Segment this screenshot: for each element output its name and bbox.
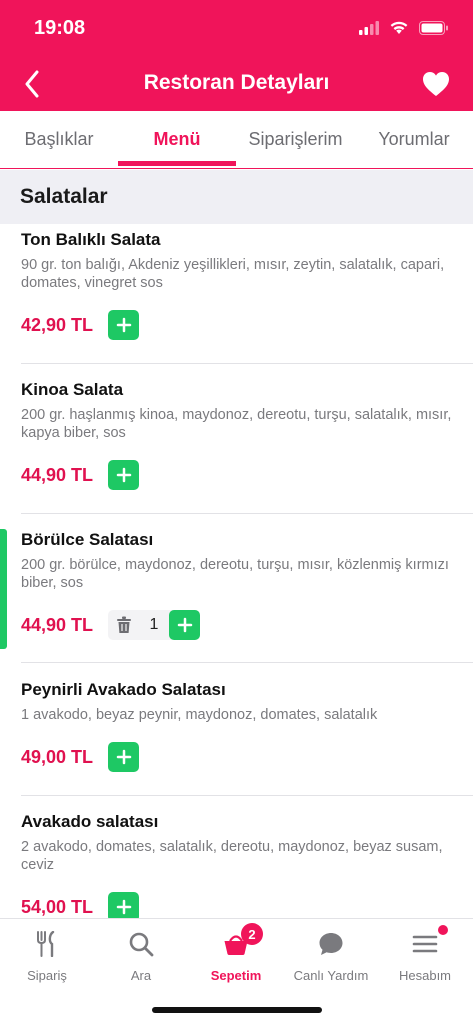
tab-basliklar[interactable]: Başlıklar [0,111,118,168]
tabbar-item-siparis[interactable]: Sipariş [0,929,94,983]
quantity-value: 1 [149,616,159,633]
item-description: 200 gr. börülce, maydonoz, dereotu, turş… [21,557,449,591]
plus-icon [116,467,131,483]
item-price: 42,90 TL [21,315,94,335]
notification-dot [438,925,448,935]
chat-bubble-icon [319,933,343,955]
fork-knife-icon [37,931,55,957]
item-divider [21,513,473,514]
plus-icon [116,899,131,915]
item-name: Kinoa Salata [21,380,124,399]
item-name: Peynirli Avakado Salatası [21,680,226,699]
item-divider [21,795,473,796]
plus-icon [116,317,131,333]
tab-siparislerim[interactable]: Siparişlerim [236,111,355,168]
cart-count-badge: 2 [241,923,263,945]
remove-item-button[interactable] [108,610,139,640]
item-description: 200 gr. haşlanmış kinoa, maydonoz, dereo… [21,407,452,441]
tabbar-label: Ara [130,968,152,983]
tabbar-item-hesabim[interactable]: Hesabım [378,925,472,983]
battery-icon [419,20,448,35]
item-name: Börülce Salatası [21,530,154,549]
tabbar-item-canli-yardim[interactable]: Canlı Yardım [284,929,378,983]
app-header: 19:08 Restoran Detayları [0,0,473,111]
wifi-icon [390,21,408,34]
tabbar-label: Canlı Yardım [293,968,369,983]
item-description: 90 gr. ton balığı, Akdeniz yeşillikleri,… [21,257,445,291]
tabbar-item-sepetim[interactable]: 2 Sepetim [189,923,283,983]
section-header: Salatalar [0,170,473,224]
increase-quantity-button[interactable] [169,610,200,640]
tabbar-label: Sepetim [210,968,262,983]
item-price: 44,90 TL [21,615,94,635]
plus-icon [116,749,131,765]
trash-icon [116,616,131,633]
cellular-signal-icon [359,20,379,35]
home-indicator [152,1007,322,1013]
item-price: 49,00 TL [21,747,94,767]
add-to-cart-button[interactable] [108,310,139,340]
status-icons [359,20,449,35]
item-divider [21,662,473,663]
search-icon [129,932,154,957]
status-time: 19:08 [34,17,86,39]
tabbar-item-ara[interactable]: Ara [94,929,188,983]
item-price: 54,00 TL [21,897,94,917]
tab-yorumlar[interactable]: Yorumlar [355,111,473,168]
page-title: Restoran Detayları [143,71,330,94]
item-divider [21,363,473,364]
item-price: 44,90 TL [21,465,94,485]
add-to-cart-button[interactable] [108,742,139,772]
menu-icon [412,935,438,953]
item-name: Ton Balıklı Salata [21,230,161,249]
item-name: Avakado salatası [21,812,159,831]
heart-icon [423,72,449,96]
add-to-cart-button[interactable] [108,460,139,490]
segment-tabs: Başlıklar Menü Siparişlerim Yorumlar [0,111,473,169]
in-cart-indicator [0,529,7,649]
favorite-button[interactable] [421,70,451,98]
tabbar-label: Hesabım [398,968,452,983]
active-tab-indicator [118,161,236,166]
tab-menu[interactable]: Menü [118,111,236,168]
item-description: 1 avakodo, beyaz peynir, maydonoz, domat… [21,707,378,723]
item-description: 2 avakodo, domates, salatalık, dereotu, … [21,839,443,873]
plus-icon [177,617,192,633]
tabbar-label: Sipariş [27,968,67,983]
